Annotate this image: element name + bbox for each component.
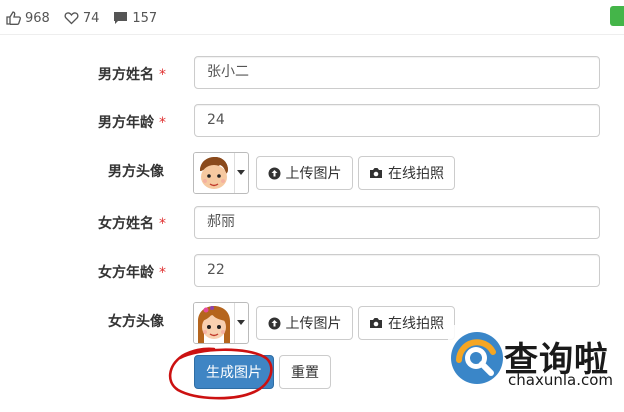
likes-stat[interactable]: 968	[6, 11, 50, 26]
required-marker: *	[159, 265, 166, 281]
caret-separator	[234, 153, 235, 193]
reset-button[interactable]: 重置	[279, 355, 331, 389]
heart-icon	[64, 12, 79, 25]
stats-bar: 968 74 157	[6, 9, 171, 27]
camera-icon	[370, 318, 382, 328]
required-marker: *	[159, 115, 166, 131]
comments-count: 157	[132, 10, 158, 26]
female-name-label: 女方姓名 *	[98, 216, 166, 232]
camera-icon	[370, 168, 382, 178]
male-avatar-label: 男方头像	[108, 164, 164, 180]
male-upload-button[interactable]: 上传图片	[256, 156, 353, 190]
upload-icon	[268, 317, 280, 329]
female-avatar-label: 女方头像	[108, 314, 164, 330]
male-age-input[interactable]: 24	[194, 104, 600, 137]
wechat-share-icon[interactable]	[610, 6, 624, 26]
male-avatar-image	[194, 153, 234, 193]
search-magnifier-logo-icon	[451, 332, 503, 384]
favorites-count: 74	[82, 10, 100, 26]
comments-stat[interactable]: 157	[113, 11, 157, 26]
female-camera-button[interactable]: 在线拍照	[358, 306, 455, 340]
required-marker: *	[159, 67, 166, 83]
female-age-input[interactable]: 22	[194, 254, 600, 287]
upload-icon	[268, 167, 280, 179]
chevron-down-icon[interactable]	[237, 320, 245, 325]
caret-separator	[234, 303, 235, 343]
female-upload-button[interactable]: 上传图片	[256, 306, 353, 340]
likes-count: 968	[25, 10, 50, 26]
female-avatar-select[interactable]	[193, 302, 249, 344]
watermark-url: chaxunla.com	[508, 371, 613, 389]
thumbs-up-icon	[6, 11, 21, 25]
male-name-label: 男方姓名 *	[98, 67, 166, 83]
female-name-input[interactable]: 郝丽	[194, 206, 600, 239]
female-age-label: 女方年龄 *	[98, 265, 166, 281]
favorites-stat[interactable]: 74	[64, 10, 100, 26]
male-avatar-select[interactable]	[193, 152, 249, 194]
comment-icon	[114, 12, 128, 24]
required-marker: *	[159, 216, 166, 232]
divider	[0, 34, 624, 35]
male-age-label: 男方年龄 *	[98, 115, 166, 131]
male-name-input[interactable]: 张小二	[194, 56, 600, 89]
female-avatar-image	[194, 303, 234, 343]
chevron-down-icon[interactable]	[237, 170, 245, 175]
male-camera-button[interactable]: 在线拍照	[358, 156, 455, 190]
generate-image-button[interactable]: 生成图片	[194, 355, 274, 389]
